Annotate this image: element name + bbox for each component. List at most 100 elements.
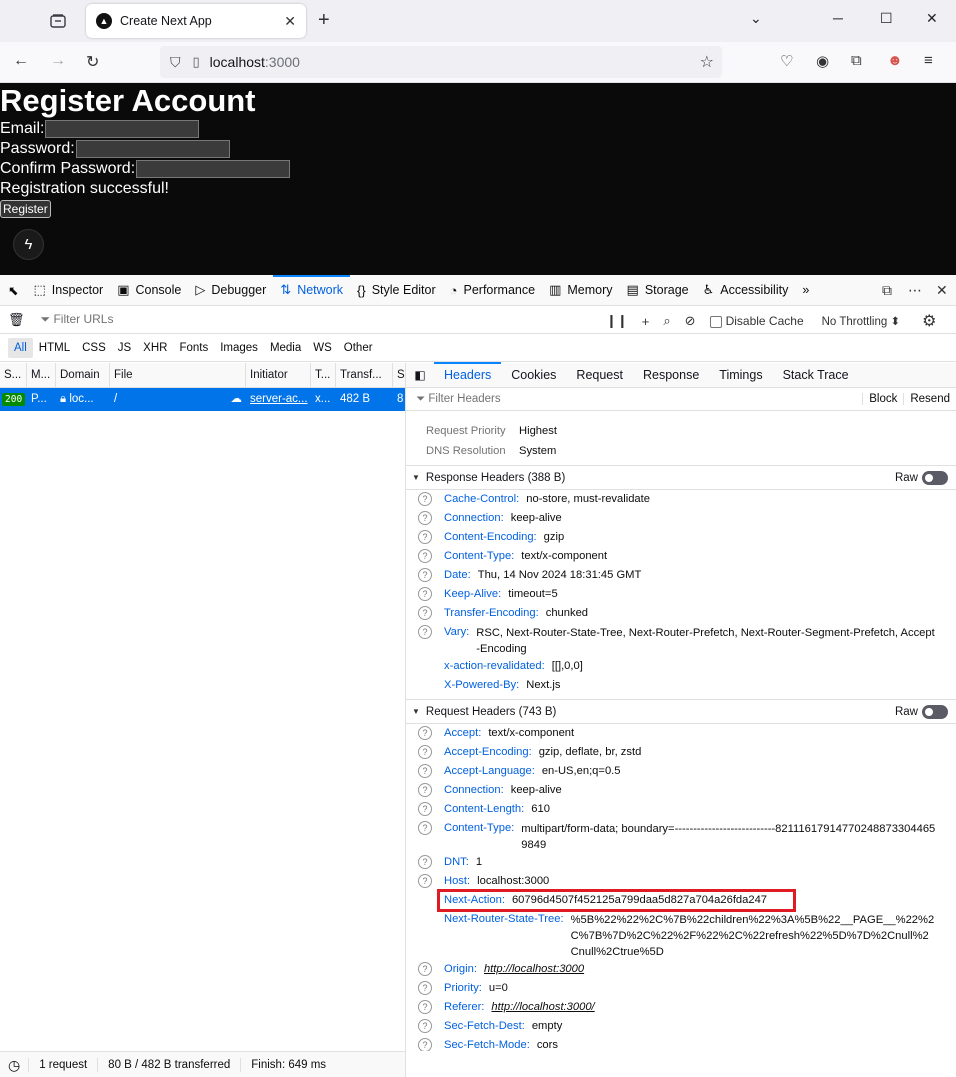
tab-request[interactable]: Request	[566, 363, 633, 388]
filter-all[interactable]: All	[8, 337, 33, 358]
help-icon[interactable]: ?	[418, 855, 432, 869]
filter-ws[interactable]: WS	[307, 338, 338, 358]
throttling-select[interactable]: No Throttling ⬍	[822, 314, 900, 328]
help-icon[interactable]: ?	[418, 625, 432, 639]
filter-html[interactable]: HTML	[33, 338, 76, 358]
tab-stack-trace[interactable]: Stack Trace	[773, 363, 859, 388]
more-tools-chevron-icon[interactable]: »	[795, 275, 816, 306]
minimize-button[interactable]: ─	[833, 10, 843, 26]
confirm-password-input[interactable]	[136, 160, 291, 178]
timer-icon[interactable]: ◷	[0, 1057, 30, 1072]
tab-console[interactable]: ▣ Console	[110, 275, 188, 306]
tab-accessibility[interactable]: ♿ Accessibility	[696, 275, 796, 306]
register-button[interactable]: Register	[0, 200, 51, 218]
col-transferred[interactable]: Transf...	[336, 363, 393, 387]
help-icon[interactable]: ?	[418, 962, 432, 976]
password-input[interactable]	[75, 140, 230, 158]
account-icon[interactable]: ◉	[816, 52, 829, 70]
help-icon[interactable]: ?	[418, 874, 432, 888]
filter-fonts[interactable]: Fonts	[173, 338, 214, 358]
help-icon[interactable]: ?	[418, 764, 432, 778]
extensions-icon[interactable]: ⧉	[851, 52, 862, 69]
col-initiator[interactable]: Initiator	[246, 363, 311, 387]
toggle-switch[interactable]	[922, 471, 948, 485]
close-tab-icon[interactable]: ✕	[284, 13, 296, 30]
add-request-icon[interactable]: +	[642, 314, 650, 329]
maximize-button[interactable]: ☐	[880, 10, 893, 27]
help-icon[interactable]: ?	[418, 530, 432, 544]
forward-arrow-icon[interactable]: →	[50, 52, 66, 70]
resend-button[interactable]: Resend	[903, 393, 956, 405]
tab-list-icon[interactable]	[46, 10, 70, 32]
filter-headers-input[interactable]: ⏷ Filter Headers	[406, 393, 862, 406]
help-icon[interactable]: ?	[418, 821, 432, 835]
email-input[interactable]	[45, 120, 200, 138]
help-icon[interactable]: ?	[418, 587, 432, 601]
help-icon[interactable]: ?	[418, 549, 432, 563]
reload-icon[interactable]: ↻	[86, 52, 99, 72]
tab-headers[interactable]: Headers	[434, 361, 502, 388]
help-icon[interactable]: ?	[418, 1000, 432, 1014]
tab-storage[interactable]: ▤ Storage	[620, 275, 696, 306]
menu-icon[interactable]: ≡	[924, 52, 933, 69]
tab-timings[interactable]: Timings	[709, 363, 772, 388]
col-method[interactable]: M...	[27, 363, 56, 387]
browser-tab[interactable]: ▲ Create Next App ✕	[86, 4, 306, 38]
checkbox-box[interactable]	[709, 315, 722, 328]
shield-icon[interactable]: ⛉	[170, 54, 181, 71]
help-icon[interactable]: ?	[418, 492, 432, 506]
help-icon[interactable]: ?	[418, 745, 432, 759]
disable-cache-checkbox[interactable]: Disable Cache	[709, 314, 804, 328]
help-icon[interactable]: ?	[418, 511, 432, 525]
help-icon[interactable]: ?	[418, 1019, 432, 1033]
help-icon[interactable]: ?	[418, 802, 432, 816]
toggle-switch[interactable]	[922, 705, 948, 719]
filter-images[interactable]: Images	[214, 338, 264, 358]
response-headers-section[interactable]: ▼ Response Headers (388 B) Raw	[406, 465, 956, 490]
tab-network[interactable]: ⇅ Network	[273, 274, 350, 306]
pick-element-icon[interactable]: ⬉	[0, 275, 26, 306]
request-headers-section[interactable]: ▼ Request Headers (743 B) Raw	[406, 699, 956, 724]
tab-memory[interactable]: ▥ Memory	[542, 275, 619, 306]
filter-media[interactable]: Media	[264, 338, 307, 358]
close-devtools-icon[interactable]: ✕	[936, 282, 948, 299]
col-type[interactable]: T...	[311, 363, 336, 387]
raw-toggle[interactable]: Raw	[895, 471, 948, 485]
header-value[interactable]: http://localhost:3000	[484, 960, 604, 979]
tab-style-editor[interactable]: {} Style Editor	[350, 275, 443, 306]
help-icon[interactable]: ?	[418, 726, 432, 740]
pocket-icon[interactable]: ♡	[780, 52, 793, 70]
header-value[interactable]: http://localhost:3000/	[491, 998, 614, 1017]
filter-js[interactable]: JS	[112, 338, 137, 358]
help-icon[interactable]: ?	[418, 981, 432, 995]
table-row[interactable]: 200 P... 🔒︎ loc... / ☁ server-ac... x... …	[0, 388, 405, 411]
block-button[interactable]: Block	[862, 393, 903, 405]
raw-toggle[interactable]: Raw	[895, 705, 948, 719]
col-size[interactable]: S	[393, 363, 405, 387]
tab-performance[interactable]: ◔ Performance	[443, 275, 542, 306]
dock-side-icon[interactable]: ⧉	[882, 282, 892, 299]
clear-trash-icon[interactable]: 🗑	[8, 312, 25, 328]
help-icon[interactable]: ?	[418, 783, 432, 797]
url-bar[interactable]: ⛉ ▯ localhost:3000 ☆	[160, 46, 722, 78]
filter-urls-input[interactable]: ⏷ Filter URLs	[41, 312, 114, 327]
search-icon[interactable]: ⌕	[663, 313, 670, 329]
tab-cookies[interactable]: Cookies	[501, 363, 566, 388]
list-all-tabs-icon[interactable]: ⌄	[750, 10, 762, 27]
tab-response[interactable]: Response	[633, 363, 709, 388]
tab-debugger[interactable]: ▷ Debugger	[188, 275, 273, 306]
filter-other[interactable]: Other	[338, 338, 379, 358]
help-icon[interactable]: ?	[418, 1038, 432, 1051]
page-info-icon[interactable]: ▯	[193, 54, 200, 70]
settings-gear-icon[interactable]: ⚙	[922, 311, 936, 331]
nextjs-dev-indicator-icon[interactable]: ϟ	[13, 229, 44, 260]
request-initiator[interactable]: server-ac...	[246, 388, 311, 411]
filter-xhr[interactable]: XHR	[137, 338, 173, 358]
col-file[interactable]: File	[110, 363, 246, 387]
pause-icon[interactable]: ❙❙	[606, 313, 628, 329]
help-icon[interactable]: ?	[418, 606, 432, 620]
tab-inspector[interactable]: ⬚ Inspector	[26, 275, 110, 306]
close-window-button[interactable]: ✕	[926, 10, 938, 27]
devtools-menu-icon[interactable]: ⋯	[908, 282, 922, 299]
col-status[interactable]: S...	[0, 363, 27, 387]
